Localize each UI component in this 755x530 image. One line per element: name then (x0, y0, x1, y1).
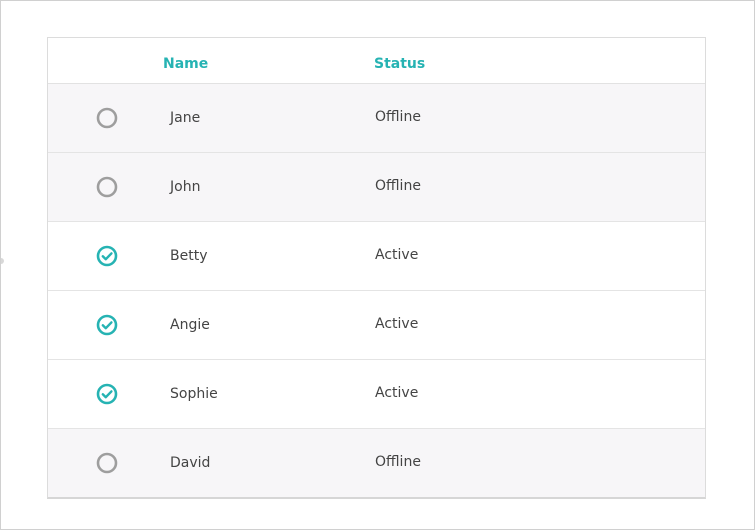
status-text: Offline (375, 178, 421, 194)
table-row[interactable]: David Offline (48, 429, 705, 497)
status-text: Active (375, 247, 419, 263)
user-name: Betty (170, 248, 208, 264)
user-name: John (170, 179, 201, 195)
empty-circle-icon[interactable] (96, 452, 118, 474)
table-row[interactable]: Jane Offline (48, 84, 705, 153)
status-text: Active (375, 385, 419, 401)
empty-circle-icon[interactable] (96, 176, 118, 198)
column-header-name[interactable]: Name (163, 38, 208, 83)
user-name: David (170, 455, 211, 471)
empty-circle-icon[interactable] (96, 107, 118, 129)
user-status-table: Name Status Jane Offline John Offline Betty A… (47, 37, 706, 499)
table-row[interactable]: Betty Active (48, 222, 705, 291)
check-circle-icon[interactable] (96, 383, 118, 405)
check-circle-icon[interactable] (96, 314, 118, 336)
table-body: Jane Offline John Offline Betty Active Angie Ac… (48, 84, 705, 497)
user-name: Sophie (170, 386, 218, 402)
drag-handle[interactable] (1, 258, 4, 264)
table-row[interactable]: John Offline (48, 153, 705, 222)
column-header-status[interactable]: Status (374, 38, 425, 83)
user-name: Jane (170, 110, 201, 126)
status-text: Offline (375, 454, 421, 470)
status-text: Active (375, 316, 419, 332)
check-circle-icon[interactable] (96, 245, 118, 267)
table-header: Name Status (48, 38, 705, 84)
status-text: Offline (375, 109, 421, 125)
user-name: Angie (170, 317, 210, 333)
app-frame: Name Status Jane Offline John Offline Betty A… (0, 0, 755, 530)
table-row[interactable]: Angie Active (48, 291, 705, 360)
table-row[interactable]: Sophie Active (48, 360, 705, 429)
